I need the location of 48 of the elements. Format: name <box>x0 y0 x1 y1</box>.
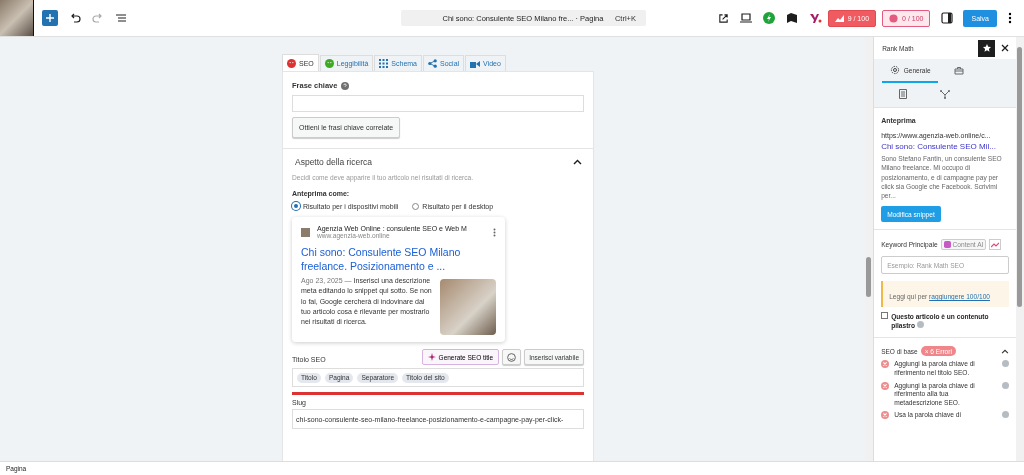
briefcase-icon <box>954 65 965 75</box>
help-icon[interactable] <box>341 81 350 90</box>
keyphrase-input-field[interactable] <box>292 95 584 112</box>
laptop-icon[interactable] <box>739 13 752 23</box>
chevron-icon[interactable] <box>573 159 582 165</box>
smiley-icon <box>507 352 517 362</box>
preview-title: Chi sono: Consulente SEO Mil... <box>881 142 997 151</box>
add-block-button[interactable] <box>42 10 58 26</box>
error-icon <box>881 411 890 420</box>
list-view-icon[interactable] <box>115 12 127 24</box>
section-heading[interactable]: Aspetto della ricerca <box>295 157 372 167</box>
error-icon <box>881 381 890 390</box>
face-icon <box>889 13 899 23</box>
sparkle-icon <box>427 353 436 361</box>
star-button[interactable] <box>978 39 995 57</box>
settings-icon <box>889 65 900 75</box>
site-photo-placeholder[interactable] <box>0 0 34 36</box>
undo-icon[interactable] <box>69 12 81 24</box>
share-icon <box>428 59 437 68</box>
external-link-icon[interactable] <box>717 12 729 24</box>
grid-icon <box>379 59 389 68</box>
ai-icon <box>943 241 951 249</box>
lightning-bolt-icon[interactable] <box>762 12 775 24</box>
favicon-placeholder <box>301 227 310 237</box>
plus-icon <box>45 13 55 23</box>
face-icon <box>287 58 296 68</box>
face-icon <box>324 59 334 68</box>
checkbox[interactable] <box>881 312 889 320</box>
sidebar-toggle-icon[interactable] <box>941 12 954 24</box>
redo-icon[interactable] <box>92 12 104 24</box>
result-title[interactable]: Chi sono: Consulente SEO Milano freelance. Posizionamento e ... <box>301 245 496 273</box>
branch-icon <box>940 89 951 99</box>
chevron-icon[interactable] <box>1001 349 1009 354</box>
video-camera-icon <box>470 59 481 68</box>
document-icon <box>899 89 908 99</box>
emoji-button[interactable] <box>502 349 522 365</box>
book-icon[interactable] <box>785 12 798 24</box>
star-icon <box>982 44 991 52</box>
trend-icon <box>991 242 1000 248</box>
scrollbar[interactable] <box>865 37 874 461</box>
photo-placeholder <box>440 279 496 335</box>
error-icon <box>881 360 890 369</box>
close-icon[interactable] <box>1001 44 1009 52</box>
scrollbar[interactable] <box>1016 37 1024 461</box>
trend-icon <box>834 14 844 22</box>
trends-button[interactable] <box>989 239 1002 251</box>
y-logo-icon[interactable] <box>808 12 822 24</box>
more-options-icon[interactable] <box>1008 12 1012 24</box>
